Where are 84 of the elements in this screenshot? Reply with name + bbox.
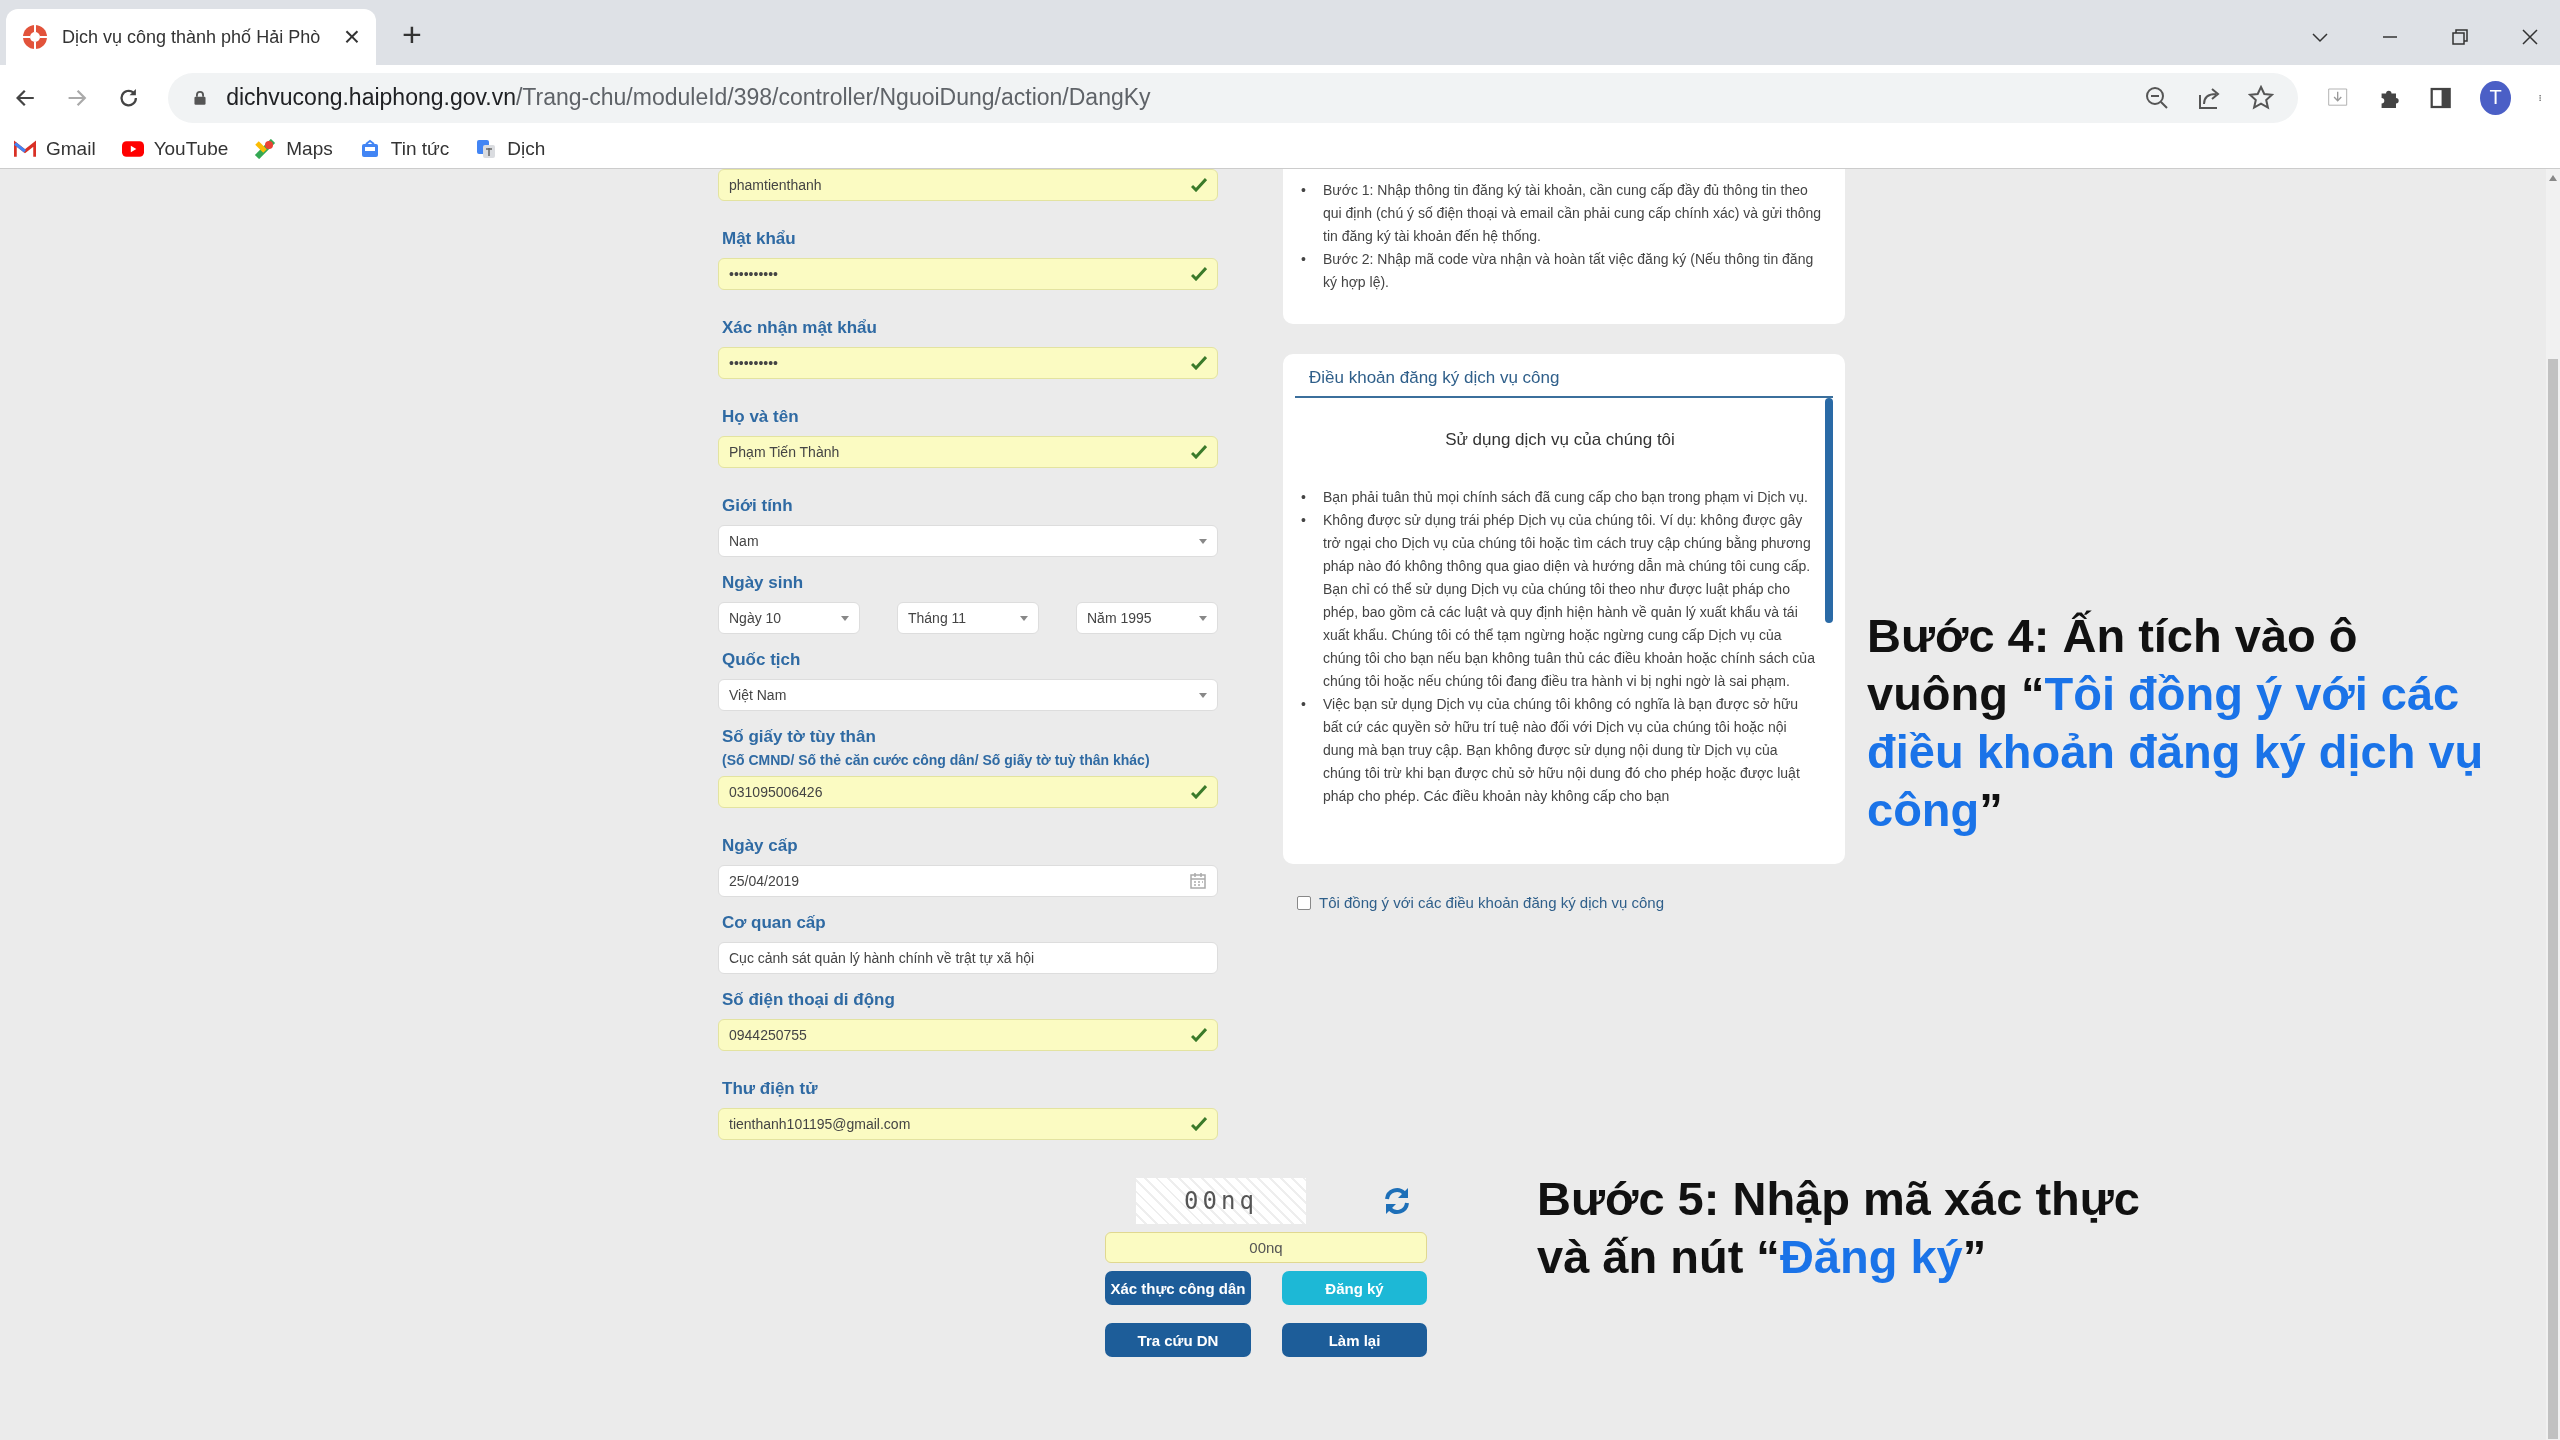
calendar-icon: [1189, 872, 1207, 890]
bookmark[interactable]: Dịch: [475, 138, 546, 160]
field-label: Ngày sinh: [722, 573, 805, 593]
field-label: Thư điện tử: [722, 1079, 819, 1099]
dropdown[interactable]: Nam: [718, 525, 1218, 557]
bookmark[interactable]: Maps: [254, 138, 333, 160]
field-label: Họ và tên: [722, 407, 800, 427]
bookmark[interactable]: YouTube: [121, 138, 229, 160]
input-field[interactable]: Phạm Tiến Thành: [718, 436, 1218, 468]
dropdown[interactable]: Tháng 11: [897, 602, 1039, 634]
terms-paragraph: Bạn phải tuân thủ mọi chính sách đã cung cấp cho bạn trong phạm vi Dịch vụ.: [1323, 488, 1809, 507]
checkmark-icon: [1191, 1028, 1207, 1042]
bullet: •: [1301, 511, 1307, 530]
caret-icon: [1020, 615, 1028, 621]
tab-title: Dịch vụ công thành phố Hải Phò: [62, 26, 322, 48]
bookmark[interactable]: Tin tức: [358, 138, 450, 160]
input-field[interactable]: tienthanh101195@gmail.com: [718, 1108, 1218, 1140]
close-icon[interactable]: [2520, 27, 2540, 47]
caret-icon: [841, 615, 849, 621]
form-button[interactable]: Tra cứu DN: [1105, 1323, 1251, 1357]
instruction-text: Bước 4: Ấn tích vào ô vuông “Tôi đồng ý với các điều khoản đăng ký dịch vụ công”: [1867, 608, 2485, 838]
scrollbar-thumb[interactable]: [1825, 398, 1833, 623]
input-field[interactable]: ••••••••••: [718, 258, 1218, 290]
address-bar[interactable]: dichvucong.haiphong.gov.vn/Trang-chu/moduleId/398/controller/NguoiDung/action/DangKy: [168, 72, 2299, 123]
field-label: Quốc tịch: [722, 650, 802, 670]
map-pin-icon: [254, 139, 277, 159]
input-field[interactable]: phamtienthanh: [718, 169, 1218, 201]
field-label: Số điện thoại di động: [722, 990, 896, 1010]
checkmark-icon: [1191, 785, 1207, 799]
scroll-up-icon[interactable]: [2549, 175, 2557, 181]
checkmark-icon: [1191, 178, 1207, 192]
bookmark[interactable]: Gmail: [14, 138, 96, 160]
restore-icon[interactable]: [2450, 27, 2470, 47]
bullet: •: [1301, 695, 1307, 714]
flower-logo-icon: [22, 24, 48, 50]
terms-paragraph: Việc bạn sử dụng Dịch vụ của chúng tôi không có nghĩa là bạn được sở hữu bất cứ các quyền sở hữu trí tuệ nào đối với Dịch vụ của chúng tôi hoặc nội dung mà bạn truy cập. Bạn không được sử dụng nội dung từ Dịch vụ của chúng tôi trừ khi bạn được chủ sở hữu nội dung đó cho phép hoặc được luật pháp cho phép. Các điều khoản này không cấp cho bạn: [1323, 695, 1801, 806]
field-label: Số giấy tờ tùy thân: [722, 727, 877, 747]
page-scrollbar[interactable]: [2546, 169, 2560, 1440]
step-text: Bước 2: Nhập mã code vừa nhận và hoàn tất việc đăng ký (Nếu thông tin đăng ký hợp lệ).: [1323, 250, 1815, 292]
caret-icon: [1199, 615, 1207, 621]
form-button[interactable]: Làm lại: [1282, 1323, 1427, 1357]
browser-tab[interactable]: Dịch vụ công thành phố Hải Phò ×: [6, 9, 376, 65]
form-button[interactable]: Xác thực công dân: [1105, 1271, 1251, 1305]
captcha-image: 00nq: [1136, 1178, 1306, 1224]
caret-icon: [1199, 538, 1207, 544]
checkmark-icon: [1191, 267, 1207, 281]
profile-avatar[interactable]: T: [2480, 80, 2511, 115]
checkmark-icon: [1191, 1117, 1207, 1131]
step-text: Bước 1: Nhập thông tin đăng ký tài khoản, cần cung cấp đầy đủ thông tin theo qui định (chú ý số điện thoại và email cần phải cung cấp chính xác) và gửi thông tin đăng ký tài khoản đến hệ thống.: [1323, 181, 1823, 246]
input-field[interactable]: 0944250755: [718, 1019, 1218, 1051]
url-text: dichvucong.haiphong.gov.vn/Trang-chu/moduleId/398/controller/NguoiDung/action/DangKy: [226, 84, 1151, 111]
checkbox-label[interactable]: Tôi đồng ý với các điều khoản đăng ký dịch vụ công: [1319, 894, 1665, 911]
instruction-text: Bước 5: Nhập mã xác thực và ấn nút “Đăng ký”: [1537, 1171, 2141, 1285]
field-label: Ngày cấp: [722, 836, 799, 856]
play-icon: [121, 139, 144, 159]
terms-title: Điều khoản đăng ký dịch vụ công: [1295, 362, 1833, 398]
close-tab-button[interactable]: ×: [343, 21, 360, 53]
field-label: Xác nhận mật khẩu: [722, 318, 878, 338]
checkmark-icon: [1191, 445, 1207, 459]
bullet: •: [1301, 181, 1307, 200]
new-tab-button[interactable]: +: [396, 14, 428, 55]
field-label: Mật khẩu: [722, 229, 797, 249]
refresh-icon[interactable]: [1383, 1186, 1411, 1216]
dropdown[interactable]: Năm 1995: [1076, 602, 1218, 634]
field-label: Cơ quan cấp: [722, 913, 827, 933]
bullet: •: [1301, 488, 1307, 507]
field-hint: (Số CMND/ Số thẻ căn cước công dân/ Số giấy tờ tuỳ thân khác): [722, 752, 1151, 768]
dropdown[interactable]: Ngày 10: [718, 602, 860, 634]
field-label: Giới tính: [722, 496, 794, 516]
translate-icon: [475, 139, 498, 159]
star-icon[interactable]: [2248, 84, 2275, 111]
input-field[interactable]: ••••••••••: [718, 347, 1218, 379]
captcha-input[interactable]: 00nq: [1105, 1232, 1427, 1263]
checkbox[interactable]: [1297, 895, 1311, 910]
mail-icon: [14, 139, 36, 159]
caret-icon: [1199, 692, 1207, 698]
terms-heading: Sử dụng dịch vụ của chúng tôi: [1444, 430, 1676, 450]
terms-paragraph: Không được sử dụng trái phép Dịch vụ của chúng tôi. Ví dụ: không được gây trở ngại cho Dịch vụ của chúng tôi hoặc tìm cách truy cập chúng bằng phương pháp nào đó không thông qua giao diện và hướng dẫn mà chúng tôi cung cấp. Bạn chỉ có thể sử dụng Dịch vụ của chúng tôi theo như được luật pháp cho phép, bao gồm cả các luật và quy định hiện hành về quản lý xuất khẩu và tái xuất khẩu. Chúng tôi có thể tạm ngừng hoặc ngừng cung cấp Dịch vụ của chúng tôi cho bạn nếu bạn không tuân thủ các điều khoản hoặc chính sách của chúng tôi hoặc nếu chúng tôi đang điều tra hành vi bị nghi ngờ là sai phạm.: [1323, 511, 1816, 691]
checkmark-icon: [1191, 356, 1207, 370]
date-field[interactable]: 25/04/2019: [718, 865, 1218, 897]
input-field[interactable]: Cục cảnh sát quản lý hành chính về trật tự xã hội: [718, 942, 1218, 974]
bullet: •: [1301, 250, 1307, 269]
dropdown[interactable]: Việt Nam: [718, 679, 1218, 711]
input-field[interactable]: 031095006426: [718, 776, 1218, 808]
